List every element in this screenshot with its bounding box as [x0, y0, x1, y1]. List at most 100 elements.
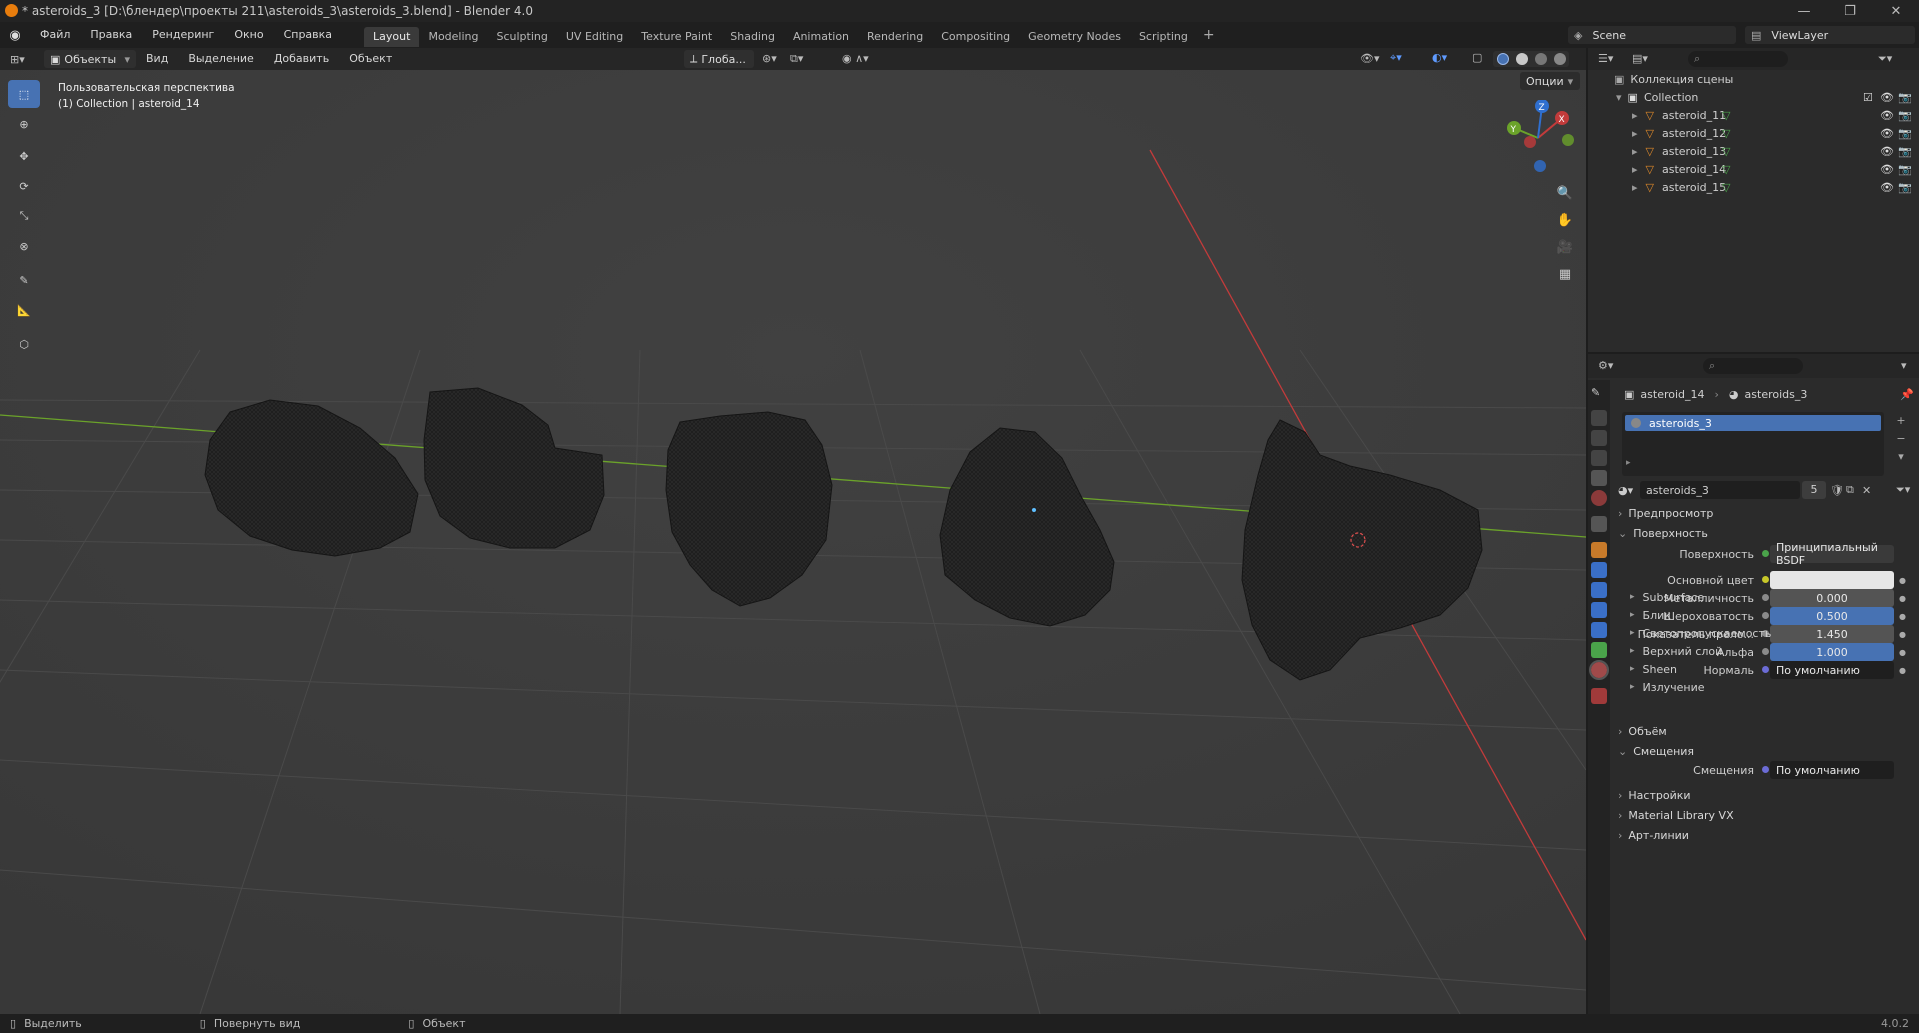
- fake-user-icon[interactable]: 🛡: [1830, 484, 1844, 497]
- wireframe-shading-icon[interactable]: [1496, 53, 1509, 65]
- measure-tool-icon[interactable]: 📐: [8, 296, 40, 324]
- maximize-icon[interactable]: ❐: [1827, 0, 1873, 22]
- expand-arrow-icon[interactable]: ▸: [1632, 163, 1638, 176]
- keyframe-icon[interactable]: ●: [1899, 576, 1906, 585]
- eye-icon[interactable]: 👁: [1880, 127, 1894, 140]
- mesh-data-icon[interactable]: ▽: [1722, 163, 1730, 176]
- navigation-gizmo[interactable]: Z X Y: [1500, 100, 1576, 176]
- menu-object[interactable]: Объект: [339, 46, 402, 72]
- surface-shader-selector[interactable]: Принципиальный BSDF: [1770, 541, 1894, 567]
- panel-preview[interactable]: › Предпросмотр: [1612, 502, 1919, 524]
- add-workspace-icon[interactable]: +: [1203, 27, 1215, 43]
- outliner-item[interactable]: ▸ ▽ asteroid_13 ▽ 👁 📷: [1588, 142, 1919, 160]
- tab-geometry-nodes[interactable]: Geometry Nodes: [1019, 27, 1130, 47]
- outliner-scene-collection[interactable]: ▣ Коллекция сцены: [1588, 70, 1919, 88]
- texture-tab-icon[interactable]: [1591, 688, 1607, 704]
- menu-edit[interactable]: Правка: [80, 22, 142, 48]
- subpanel-item[interactable]: ▸ Subsurface: [1624, 588, 1914, 606]
- camera-render-icon[interactable]: 📷: [1898, 109, 1912, 122]
- render-tab-icon[interactable]: [1591, 410, 1607, 426]
- view-layer-tab-icon[interactable]: [1591, 450, 1607, 466]
- pin-icon[interactable]: 📌: [1900, 388, 1914, 401]
- subpanel-item[interactable]: ▸ Блик: [1624, 606, 1914, 624]
- eye-icon[interactable]: 👁: [1880, 91, 1894, 104]
- subpanel-item[interactable]: ▸ Sheen: [1624, 660, 1914, 678]
- constraints-tab-icon[interactable]: [1591, 622, 1607, 638]
- tab-uv-editing[interactable]: UV Editing: [557, 27, 632, 47]
- gizmo-icon[interactable]: ⌖▾: [1390, 51, 1402, 65]
- options-button[interactable]: Опции ▾: [1520, 72, 1580, 90]
- camera-render-icon[interactable]: 📷: [1898, 145, 1912, 158]
- eye-icon[interactable]: 👁: [1880, 109, 1894, 122]
- tab-rendering[interactable]: Rendering: [858, 27, 932, 47]
- menu-select[interactable]: Выделение: [178, 46, 264, 72]
- tab-layout[interactable]: Layout: [364, 26, 420, 47]
- menu-help[interactable]: Справка: [274, 22, 342, 48]
- subpanel-item[interactable]: ▸ Излучение: [1624, 678, 1914, 696]
- zoom-icon[interactable]: 🔍: [1554, 180, 1576, 207]
- outliner-item[interactable]: ▸ ▽ asteroid_12 ▽ 👁 📷: [1588, 124, 1919, 142]
- displacement-selector[interactable]: По умолчанию: [1770, 761, 1894, 779]
- close-icon[interactable]: ✕: [1873, 0, 1919, 22]
- base-color-field[interactable]: [1770, 571, 1894, 589]
- add-cube-tool-icon[interactable]: ⬡: [8, 330, 40, 358]
- xray-icon[interactable]: ▢: [1472, 51, 1482, 64]
- mesh-data-icon[interactable]: ▽: [1722, 181, 1730, 194]
- physics-tab-icon[interactable]: [1591, 602, 1607, 618]
- camera-render-icon[interactable]: 📷: [1898, 163, 1912, 176]
- menu-render[interactable]: Рендеринг: [142, 22, 224, 48]
- object-tab-icon[interactable]: [1591, 542, 1607, 558]
- expand-arrow-icon[interactable]: ▾: [1616, 91, 1622, 104]
- transform-orientation[interactable]: ⟂ Глоба...: [684, 50, 754, 68]
- panel-settings[interactable]: › Настройки: [1612, 784, 1919, 806]
- pan-hand-icon[interactable]: ✋: [1554, 207, 1576, 234]
- slot-menu-icon[interactable]: ▾: [1890, 448, 1912, 466]
- menu-add[interactable]: Добавить: [264, 46, 339, 72]
- transform-tool-icon[interactable]: ⊗: [8, 232, 40, 260]
- mesh-data-icon[interactable]: ▽: [1722, 109, 1730, 122]
- eye-icon[interactable]: 👁: [1880, 181, 1894, 194]
- outliner-search-input[interactable]: ⌕: [1688, 51, 1788, 67]
- tab-scripting[interactable]: Scripting: [1130, 27, 1197, 47]
- properties-editor-icon[interactable]: ⚙▾: [1598, 359, 1613, 372]
- exclude-checkbox[interactable]: ☑: [1863, 91, 1873, 104]
- mesh-data-icon[interactable]: ▽: [1722, 145, 1730, 158]
- remove-slot-icon[interactable]: −: [1890, 430, 1912, 448]
- solid-shading-icon[interactable]: [1515, 53, 1528, 65]
- camera-render-icon[interactable]: 📷: [1898, 91, 1912, 104]
- editor-type-icon[interactable]: ⊞▾: [10, 53, 36, 66]
- minimize-icon[interactable]: —: [1781, 0, 1827, 22]
- outliner-editor-icon[interactable]: ☰▾: [1598, 52, 1613, 65]
- chevron-down-icon[interactable]: ▾: [1901, 359, 1907, 372]
- tool-tab-icon[interactable]: ✎: [1591, 386, 1607, 402]
- particles-tab-icon[interactable]: [1591, 582, 1607, 598]
- rendered-shading-icon[interactable]: [1553, 53, 1566, 65]
- material-slots-list[interactable]: asteroids_3 ▸: [1622, 412, 1884, 476]
- blender-menu-icon[interactable]: ◉: [0, 28, 30, 43]
- pivot-icon[interactable]: ⊛▾: [762, 52, 777, 65]
- tab-shading[interactable]: Shading: [721, 27, 784, 47]
- annotate-tool-icon[interactable]: ✎: [8, 266, 40, 294]
- overlays-icon[interactable]: ◐▾: [1432, 51, 1447, 64]
- eye-icon[interactable]: 👁: [1880, 145, 1894, 158]
- panel-volume[interactable]: › Объём: [1612, 720, 1919, 742]
- menu-file[interactable]: Файл: [30, 22, 80, 48]
- tab-sculpting[interactable]: Sculpting: [488, 27, 557, 47]
- 3d-viewport[interactable]: Пользовательская перспектива (1) Collect…: [0, 70, 1586, 1014]
- camera-render-icon[interactable]: 📷: [1898, 127, 1912, 140]
- move-tool-icon[interactable]: ✥: [8, 142, 40, 170]
- world-tab-icon[interactable]: [1591, 490, 1607, 506]
- material-slot-row[interactable]: asteroids_3: [1625, 415, 1881, 431]
- subpanel-item[interactable]: ▸ Светопропускаемость: [1624, 624, 1914, 642]
- snap-icon[interactable]: ⧉▾: [790, 52, 803, 66]
- visibility-icon[interactable]: 👁▾: [1360, 52, 1380, 65]
- select-box-icon[interactable]: ⬚: [8, 80, 40, 108]
- modifier-tab-icon[interactable]: [1591, 562, 1607, 578]
- panel-material-library[interactable]: › Material Library VX: [1612, 804, 1919, 826]
- add-slot-icon[interactable]: +: [1890, 412, 1912, 430]
- output-tab-icon[interactable]: [1591, 430, 1607, 446]
- expand-arrow-icon[interactable]: ▸: [1632, 145, 1638, 158]
- scene-tab-icon[interactable]: [1591, 470, 1607, 486]
- data-tab-icon[interactable]: [1591, 642, 1607, 658]
- material-shading-icon[interactable]: [1534, 53, 1547, 65]
